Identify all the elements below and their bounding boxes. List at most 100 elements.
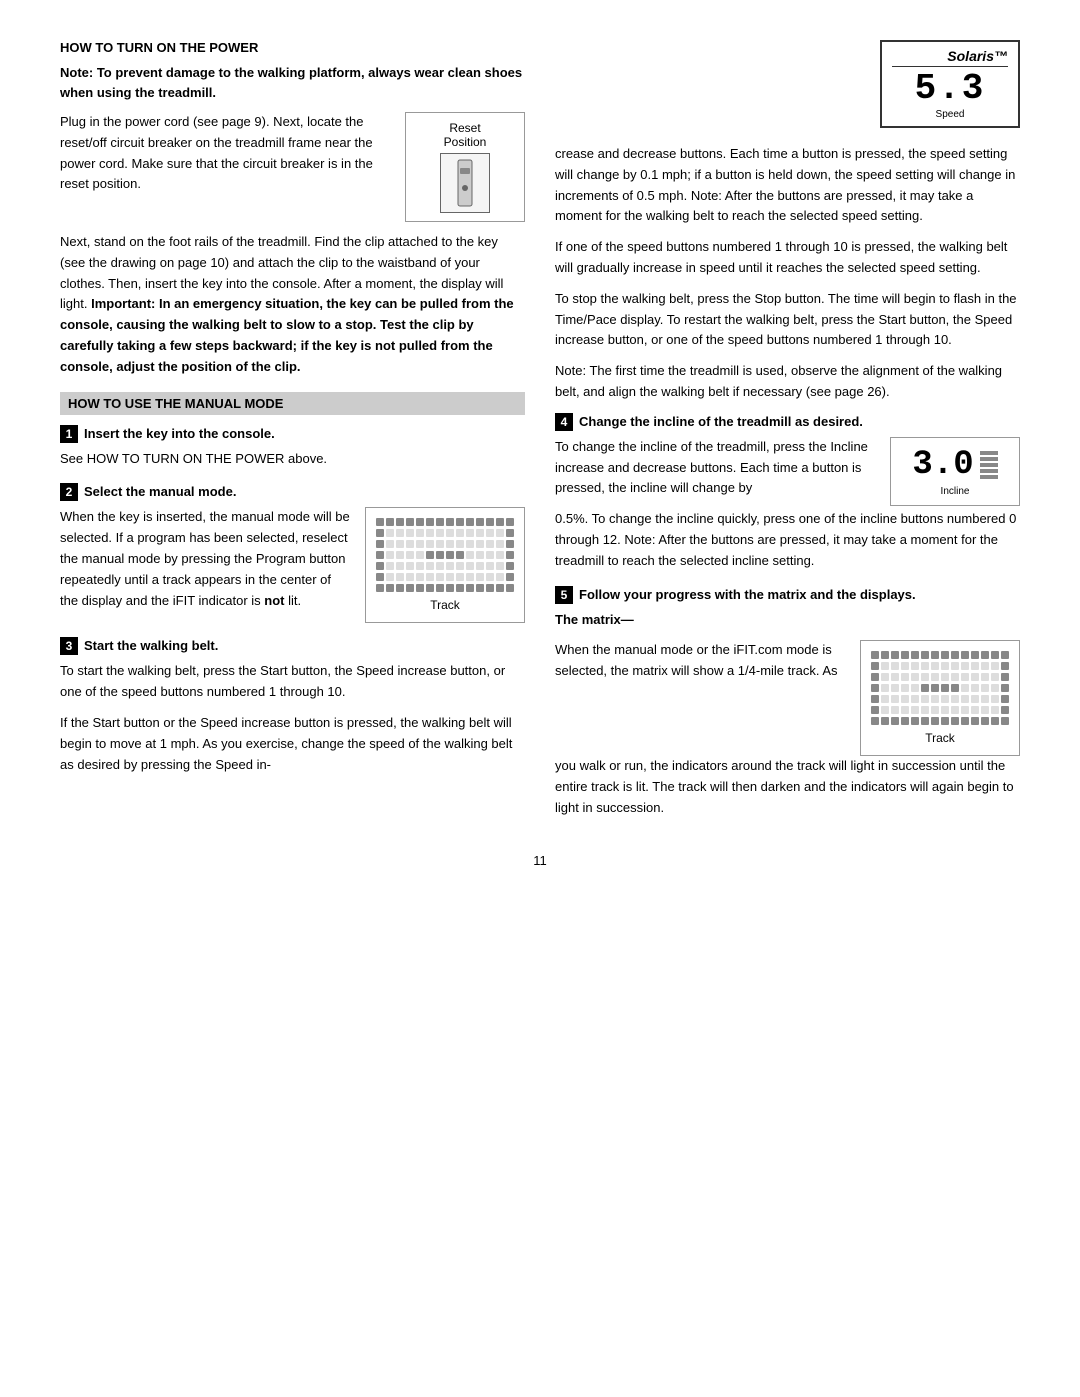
step4-text: To change the incline of the treadmill, …: [555, 437, 876, 509]
td: [386, 551, 394, 559]
page-number: 11: [60, 853, 1020, 868]
incline-number: 3.0: [912, 446, 973, 484]
td: [386, 518, 394, 526]
td: [376, 562, 384, 570]
solaris-area: Solaris™ 5.3 Speed: [555, 40, 1020, 138]
td: [416, 562, 424, 570]
step2-label: Select the manual mode.: [84, 484, 236, 499]
td: [386, 584, 394, 592]
td: [426, 518, 434, 526]
track-caption-step5: Track: [871, 731, 1009, 745]
step5-num: 5: [555, 586, 573, 604]
bold-note: Note: To prevent damage to the walking p…: [60, 63, 525, 102]
step3-num: 3: [60, 637, 78, 655]
td: [506, 540, 514, 548]
track-caption-step2: Track: [376, 598, 514, 612]
td: [406, 551, 414, 559]
td: [446, 540, 454, 548]
td: [456, 562, 464, 570]
td: [446, 562, 454, 570]
td: [456, 584, 464, 592]
td: [406, 518, 414, 526]
td: [476, 518, 484, 526]
step4-content: To change the incline of the treadmill, …: [555, 437, 1020, 509]
td: [496, 562, 504, 570]
track-grid-5: [871, 651, 1009, 725]
section-manual: HOW TO USE THE MANUAL MODE 1 Insert the …: [60, 392, 525, 776]
td: [386, 562, 394, 570]
step5-block: 5 Follow your progress with the matrix a…: [555, 586, 1020, 819]
td: [426, 540, 434, 548]
td: [476, 562, 484, 570]
td: [376, 529, 384, 537]
step1-num: 1: [60, 425, 78, 443]
reset-icon: [440, 153, 490, 213]
td: [486, 518, 494, 526]
track-figure-step2: Track: [365, 507, 525, 623]
td: [376, 584, 384, 592]
solaris-title: Solaris™: [892, 48, 1008, 67]
step5-header: 5 Follow your progress with the matrix a…: [555, 586, 1020, 604]
step2-text: When the key is inserted, the manual mod…: [60, 507, 351, 621]
track-row-2: [376, 529, 514, 537]
td: [456, 573, 464, 581]
td: [416, 573, 424, 581]
td: [446, 518, 454, 526]
td: [506, 518, 514, 526]
incline-display: 3.0: [899, 446, 1011, 484]
step4-block: 4 Change the incline of the treadmill as…: [555, 413, 1020, 572]
td: [376, 573, 384, 581]
td: [426, 573, 434, 581]
main-content: HOW TO TURN ON THE POWER Note: To preven…: [60, 40, 1020, 833]
step3-block: 3 Start the walking belt. To start the w…: [60, 637, 525, 775]
incline-bar: [980, 451, 998, 455]
solaris-display: Solaris™ 5.3 Speed: [880, 40, 1020, 128]
td: [486, 540, 494, 548]
step2-block: 2 Select the manual mode. When the key i…: [60, 483, 525, 623]
td: [396, 573, 404, 581]
td: [496, 573, 504, 581]
step3-text1: To start the walking belt, press the Sta…: [60, 661, 525, 703]
step1-header: 1 Insert the key into the console.: [60, 425, 525, 443]
step2-header: 2 Select the manual mode.: [60, 483, 525, 501]
step1-block: 1 Insert the key into the console. See H…: [60, 425, 525, 470]
td: [376, 540, 384, 548]
td: [466, 518, 474, 526]
td: [416, 551, 424, 559]
td: [416, 529, 424, 537]
track-row-7: [376, 584, 514, 592]
td: [376, 551, 384, 559]
right-para1: crease and decrease buttons. Each time a…: [555, 144, 1020, 227]
td: [396, 529, 404, 537]
td: [486, 584, 494, 592]
td: [436, 540, 444, 548]
td: [386, 540, 394, 548]
td: [396, 540, 404, 548]
para2: Next, stand on the foot rails of the tre…: [60, 232, 525, 378]
track-figure-step5: Track: [860, 640, 1020, 756]
td: [476, 551, 484, 559]
td: [506, 562, 514, 570]
td: [396, 518, 404, 526]
td: [466, 540, 474, 548]
td: [506, 529, 514, 537]
step2-content: When the key is inserted, the manual mod…: [60, 507, 525, 623]
td: [386, 573, 394, 581]
td: [506, 584, 514, 592]
td: [456, 540, 464, 548]
page-container: HOW TO TURN ON THE POWER Note: To preven…: [60, 40, 1020, 868]
step5-label: Follow your progress with the matrix and…: [579, 587, 916, 602]
track-grid: [376, 518, 514, 592]
left-column: HOW TO TURN ON THE POWER Note: To preven…: [60, 40, 525, 833]
td: [406, 540, 414, 548]
right-column: Solaris™ 5.3 Speed crease and decrease b…: [555, 40, 1020, 833]
td: [486, 551, 494, 559]
step2-num: 2: [60, 483, 78, 501]
td: [446, 551, 454, 559]
td: [436, 551, 444, 559]
td: [506, 551, 514, 559]
matrix-text2: you walk or run, the indicators around t…: [555, 756, 1020, 818]
step5-content: When the manual mode or the iFIT.com mod…: [555, 640, 1020, 756]
step5-text: When the manual mode or the iFIT.com mod…: [555, 640, 846, 692]
td: [476, 584, 484, 592]
